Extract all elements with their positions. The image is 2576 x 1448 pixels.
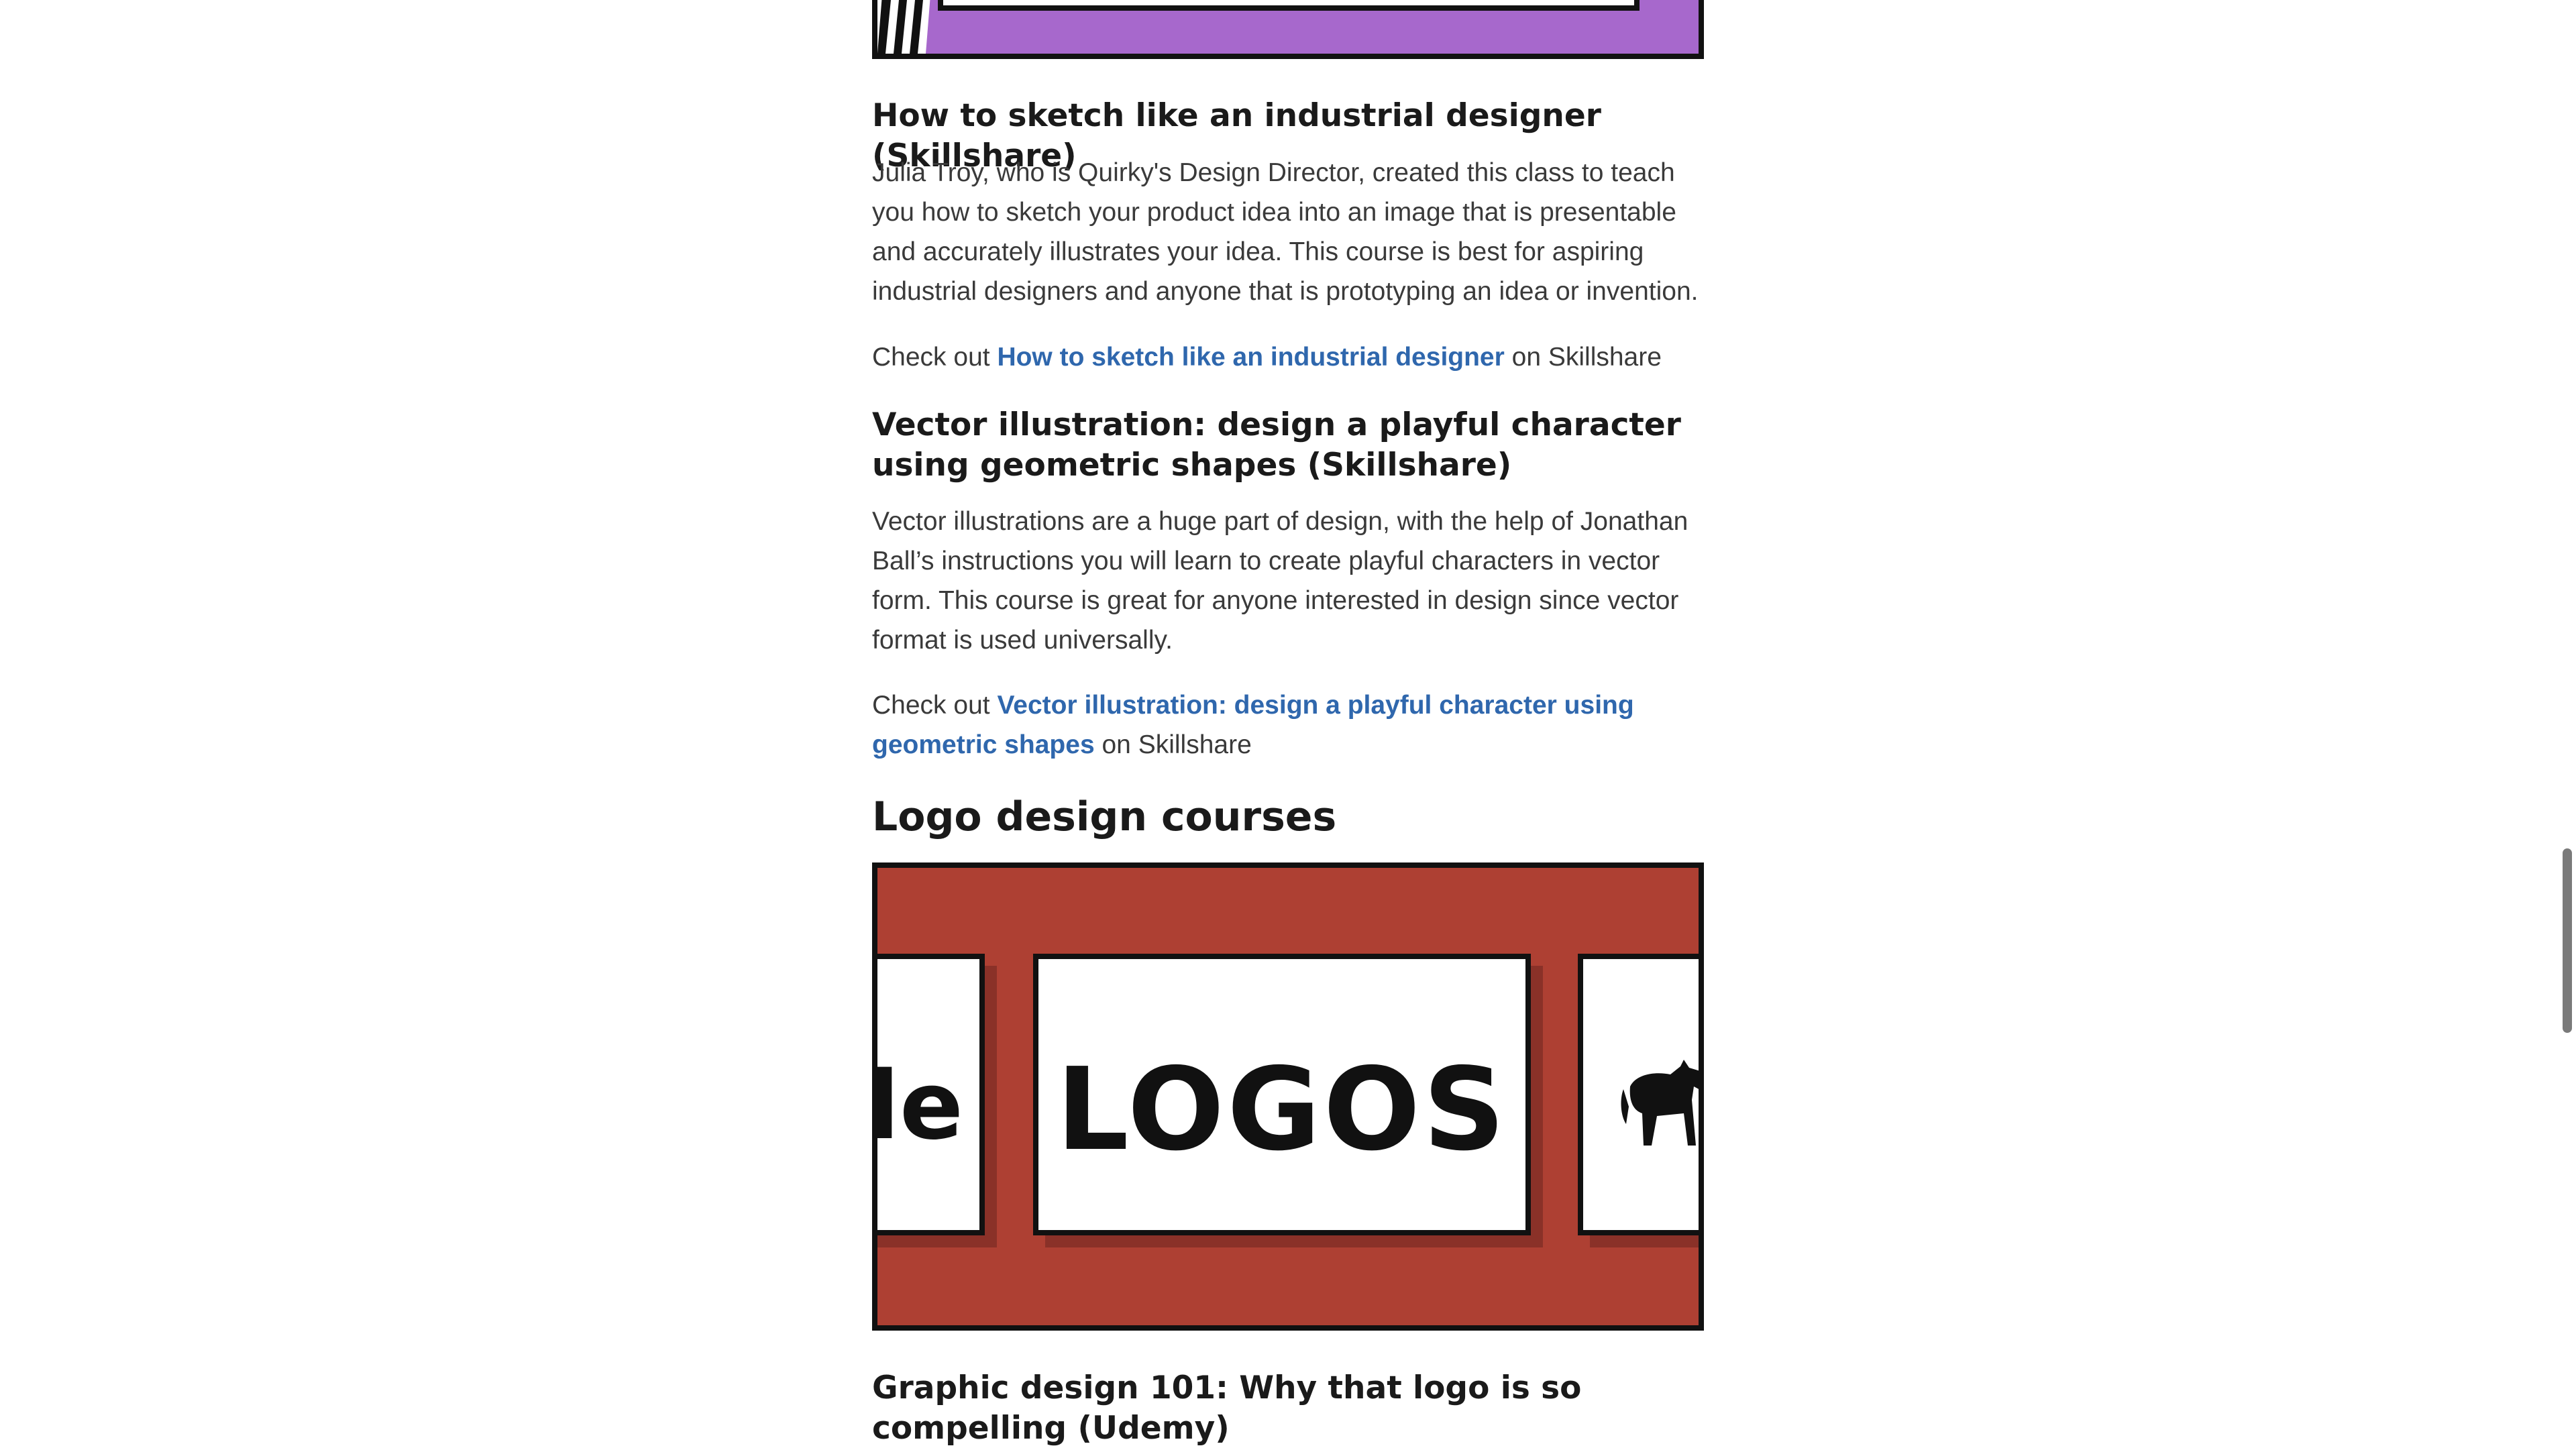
section-title-graphic-design: Graphic design 101: Why that logo is so …: [872, 1370, 1582, 1447]
logo-card-center: LOGOS: [1033, 954, 1531, 1235]
logo-partial-word: le: [872, 1060, 963, 1154]
stripes-decoration-icon: [877, 0, 938, 54]
logo-card-right: [1578, 954, 1699, 1235]
logo-card-left: le: [872, 954, 985, 1235]
skillshare-link-sketch[interactable]: How to sketch like an industrial designe…: [997, 343, 1504, 372]
check-out-prefix: Check out: [872, 691, 998, 720]
course-banner-image-purple: [872, 0, 1704, 59]
logo-design-heading: Logo design courses: [872, 793, 1337, 840]
check-out-line-sketch: Check out How to sketch like an industri…: [872, 337, 1704, 377]
horse-silhouette-icon: [1621, 1060, 1699, 1146]
check-out-suffix: on Skillshare: [1504, 343, 1662, 372]
section-title-vector: Vector illustration: design a playful ch…: [872, 406, 1681, 484]
check-out-suffix: on Skillshare: [1094, 730, 1252, 759]
section-description-sketch: Julia Troy, who is Quirky's Design Direc…: [872, 158, 1699, 306]
section-description-vector: Vector illustrations are a huge part of …: [872, 507, 1688, 655]
logos-wordmark: LOGOS: [1056, 1044, 1508, 1176]
check-out-line-vector: Check out Vector illustration: design a …: [872, 685, 1704, 765]
course-banner-image-logos: le LOGOS: [872, 862, 1704, 1331]
scrollbar-thumb[interactable]: [2563, 848, 2572, 1033]
check-out-prefix: Check out: [872, 343, 998, 372]
page-scrollbar[interactable]: [2556, 0, 2576, 1448]
banner-white-card: [938, 0, 1640, 11]
